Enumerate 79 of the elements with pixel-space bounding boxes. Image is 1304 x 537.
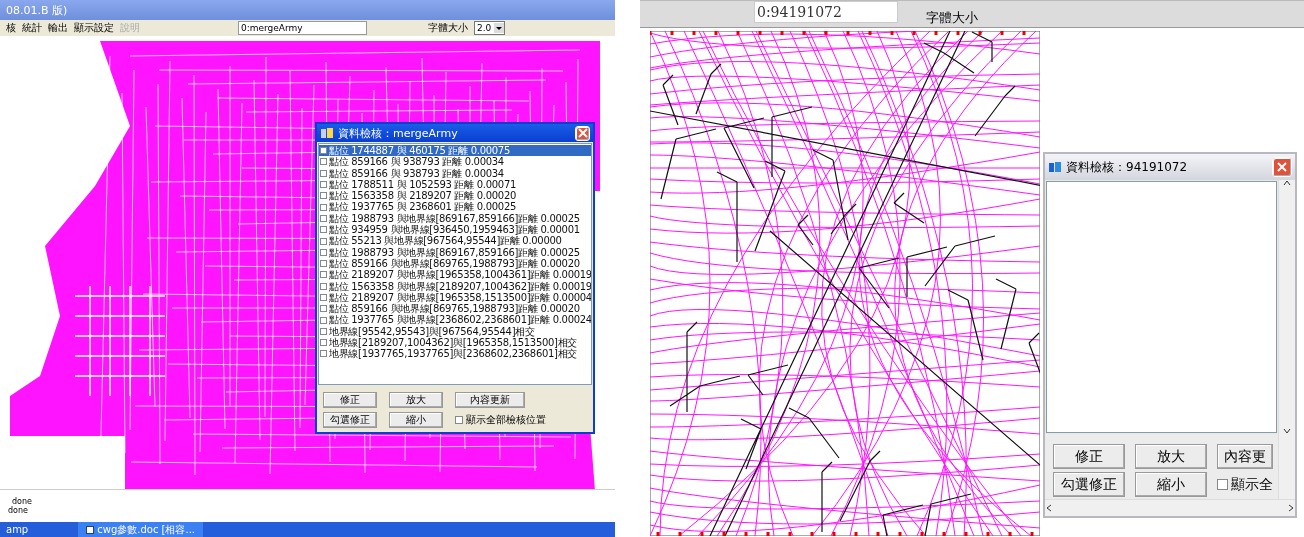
list-item[interactable]: 點位 1563358 與 2189207 距離 0.00020 [329,190,517,202]
checkbox[interactable] [320,147,327,155]
dialog-button[interactable]: 勾選修正 [323,412,377,428]
checkbox[interactable] [320,316,327,324]
status-text: done [11,497,33,506]
vertical-scrollbar[interactable] [1278,180,1295,434]
checkbox[interactable] [320,282,327,290]
list-item[interactable]: 點位 1788511 與 1052593 距離 0.00071 [329,178,517,191]
list-item[interactable]: 點位 2189207 與地界線[1965358,1513500]距離 0.00004 [329,291,591,304]
document-icon [86,525,95,534]
checkbox[interactable] [320,158,327,166]
checkbox[interactable] [320,339,327,347]
menu-item[interactable]: 核 [6,21,16,35]
list-item[interactable]: 點位 1563358 與地界線[2189207,1004362]距離 0.00019 [329,280,591,292]
checkbox-label: 顯示全部檢核位置 [466,413,546,427]
check-list[interactable] [1046,181,1277,433]
menu-item[interactable]: 統計 [22,21,42,35]
list-item[interactable]: 地界線[95542,95543]與[967564,95544]相交 [329,325,535,338]
checkbox[interactable] [320,271,327,279]
checkbox[interactable] [320,192,327,200]
list-item[interactable]: 地界線[2189207,1004362]與[1965358,1513500]相交 [329,337,578,349]
app-icon [320,127,334,139]
dialog-button[interactable]: 縮小 [389,412,443,428]
menu-item[interactable]: 顯示設定 [74,21,114,35]
checkbox[interactable] [1217,479,1228,490]
list-item[interactable]: 地界線[1937765,1937765]與[2368602,2368601]相交 [329,348,578,360]
list-item[interactable]: 點位 1744887 與 460175 距離 0.00075 [329,145,510,157]
menu-item[interactable]: 輸出 [48,21,68,35]
checkbox[interactable] [320,181,327,189]
list-item[interactable]: 點位 934959 與地界線[936450,1959463]距離 0.00001 [329,224,580,236]
list-item[interactable]: 點位 1937765 與地界線[2368602,2368601]距離 0.00024 [329,314,591,326]
checkbox[interactable] [320,260,327,268]
dialog-button[interactable]: 勾選修正 [1053,472,1125,497]
check-list[interactable] [318,143,592,385]
font-size-dropdown[interactable]: 2.0 [474,21,506,35]
checkbox-label: 顯示全 [1231,475,1273,494]
checkbox[interactable] [455,416,463,424]
checkbox[interactable] [320,169,327,177]
list-item[interactable]: 點位 1988793 與地界線[869167,859166]距離 0.00025 [329,212,580,225]
close-icon [577,128,588,138]
status-text: done [8,506,29,515]
checkbox[interactable] [320,237,327,245]
close-button[interactable] [1272,157,1292,177]
list-item[interactable]: 點位 859166 與 938793 距離 0.00034 [329,167,504,179]
dialog-button[interactable]: 放大 [1135,444,1207,469]
dialog-button[interactable]: 內容更新 [455,392,525,408]
dialog-button[interactable]: 縮小 [1135,472,1207,497]
vertical-scrollbar[interactable] [1278,434,1295,499]
checkbox[interactable] [320,203,327,211]
font-size-label: 字體大小 [428,21,468,35]
list-item[interactable]: 點位 859166 與地界線[869765,1988793]距離 0.00020 [329,303,580,315]
checkbox[interactable] [320,350,327,358]
list-item[interactable]: 點位 1937765 與 2368601 距離 0.00025 [329,201,517,213]
dialog-title: 資料檢核：94191072 [1066,158,1189,176]
checkbox[interactable] [320,226,327,234]
layer-field[interactable]: 0:94191072 [754,1,898,23]
close-icon [1277,162,1287,172]
dialog-button[interactable]: 修正 [323,392,377,408]
list-item[interactable]: 點位 1988793 與地界線[869167,859166]距離 0.00025 [329,246,580,258]
dialog-button[interactable]: 修正 [1053,444,1125,469]
checkbox[interactable] [320,305,327,313]
app-icon [1048,161,1062,173]
dialog-button[interactable]: 放大 [389,392,443,408]
checkbox[interactable] [320,248,327,256]
list-item[interactable]: 點位 859166 與地界線[869765,1988793]距離 0.00020 [329,257,580,270]
list-item[interactable]: 點位 2189207 與地界線[1965358,1004361]距離 0.00019 [329,269,591,281]
dialog-button[interactable]: 內容更 [1217,444,1273,469]
layer-field[interactable]: 0:mergeArmy [238,21,367,35]
close-button[interactable] [575,125,590,141]
checkbox[interactable] [320,214,327,222]
checkbox[interactable] [320,327,327,335]
dialog-title: 資料檢核：mergeArmy [338,125,459,141]
list-item[interactable]: 點位 55213 與地界線[967564,95544]距離 0.00000 [329,235,562,247]
font-size-label: 字體大小 [926,9,978,27]
list-item[interactable]: 點位 859166 與 938793 距離 0.00034 [329,156,504,168]
horizontal-scrollbar[interactable] [1045,499,1295,516]
window-title: 08.01.B 版) [6,2,68,18]
taskbar-label: amp [6,524,29,535]
checkbox[interactable] [320,294,327,301]
